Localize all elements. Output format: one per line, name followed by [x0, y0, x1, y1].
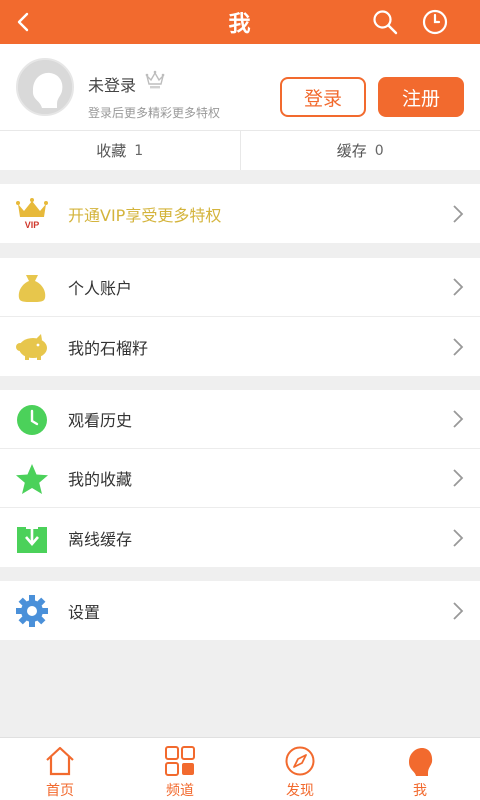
chevron-right-icon: [453, 337, 464, 356]
chevron-right-icon: [453, 204, 464, 223]
offline-row[interactable]: 离线缓存: [0, 508, 480, 567]
avatar[interactable]: [16, 58, 74, 116]
user-head-icon: [403, 744, 437, 777]
chevron-right-icon: [453, 601, 464, 620]
settings-row[interactable]: 设置: [0, 581, 480, 640]
top-bar: 我: [0, 0, 480, 44]
tab-channels[interactable]: 频道: [120, 738, 240, 800]
tab-label: 频道: [166, 783, 194, 799]
chevron-left-icon: [17, 12, 29, 32]
svg-text:VIP: VIP: [25, 220, 40, 230]
favorites-count[interactable]: 收藏 1: [0, 131, 240, 170]
vip-row[interactable]: VIP 开通VIP享受更多特权: [0, 184, 480, 243]
user-silhouette-icon: [18, 60, 72, 114]
profile-section: 未登录 登录后更多精彩更多特权 登录 注册: [0, 44, 480, 130]
tab-label: 首页: [46, 783, 74, 799]
history-row[interactable]: 观看历史: [0, 390, 480, 449]
stat-label: 缓存: [336, 142, 367, 160]
piggy-bank-icon: [14, 329, 50, 365]
stat-count: 1: [134, 142, 144, 159]
offline-label: 离线缓存: [68, 529, 133, 549]
clock-icon: [422, 9, 448, 35]
account-label: 个人账户: [68, 279, 133, 298]
stat-label: 收藏: [96, 142, 127, 160]
history-label: 观看历史: [68, 411, 133, 430]
stats-bar: 收藏 1 缓存 0: [0, 130, 480, 170]
vip-group: VIP 开通VIP享受更多特权: [0, 184, 480, 243]
home-icon: [43, 744, 77, 777]
vip-label: 开通VIP享受更多特权: [68, 205, 222, 225]
chevron-right-icon: [453, 278, 464, 296]
settings-group: 设置: [0, 581, 480, 640]
download-icon: [14, 520, 50, 556]
settings-label: 设置: [68, 602, 101, 622]
cache-count[interactable]: 缓存 0: [239, 131, 480, 170]
tab-label: 我: [413, 783, 427, 799]
bottom-tab-bar: 首页 频道 发现 我: [0, 737, 480, 800]
username-label: 未登录: [88, 76, 137, 95]
clock-green-icon: [14, 402, 50, 438]
star-icon: [14, 461, 50, 497]
login-button[interactable]: 登录: [280, 77, 366, 117]
stat-count: 0: [374, 142, 384, 159]
page-title: 我: [228, 12, 252, 37]
chevron-right-icon: [453, 469, 464, 487]
vip-crown-icon: [145, 70, 165, 89]
account-row[interactable]: 个人账户: [0, 258, 480, 317]
tab-label: 发现: [286, 783, 314, 799]
tab-me[interactable]: 我: [360, 738, 480, 800]
account-group: 个人账户 我的石榴籽: [0, 258, 480, 376]
compass-icon: [283, 744, 317, 777]
register-button[interactable]: 注册: [378, 77, 464, 117]
grid-icon: [163, 744, 197, 777]
favorites-row[interactable]: 我的收藏: [0, 449, 480, 508]
seeds-label: 我的石榴籽: [68, 338, 149, 358]
favorites-label: 我的收藏: [68, 470, 133, 489]
search-button[interactable]: [368, 4, 402, 40]
gear-icon: [14, 593, 50, 629]
back-button[interactable]: [8, 4, 38, 40]
tab-discover[interactable]: 发现: [240, 738, 360, 800]
vip-crown-gold-icon: VIP: [14, 196, 50, 232]
chevron-right-icon: [453, 410, 464, 428]
seeds-row[interactable]: 我的石榴籽: [0, 317, 480, 376]
history-button[interactable]: [418, 4, 452, 40]
login-hint: 登录后更多精彩更多特权: [88, 106, 221, 120]
chevron-right-icon: [453, 528, 464, 547]
money-bag-icon: [14, 270, 50, 306]
search-icon: [373, 10, 398, 35]
history-group: 观看历史 我的收藏 离线缓存: [0, 390, 480, 567]
tab-home[interactable]: 首页: [0, 738, 120, 800]
